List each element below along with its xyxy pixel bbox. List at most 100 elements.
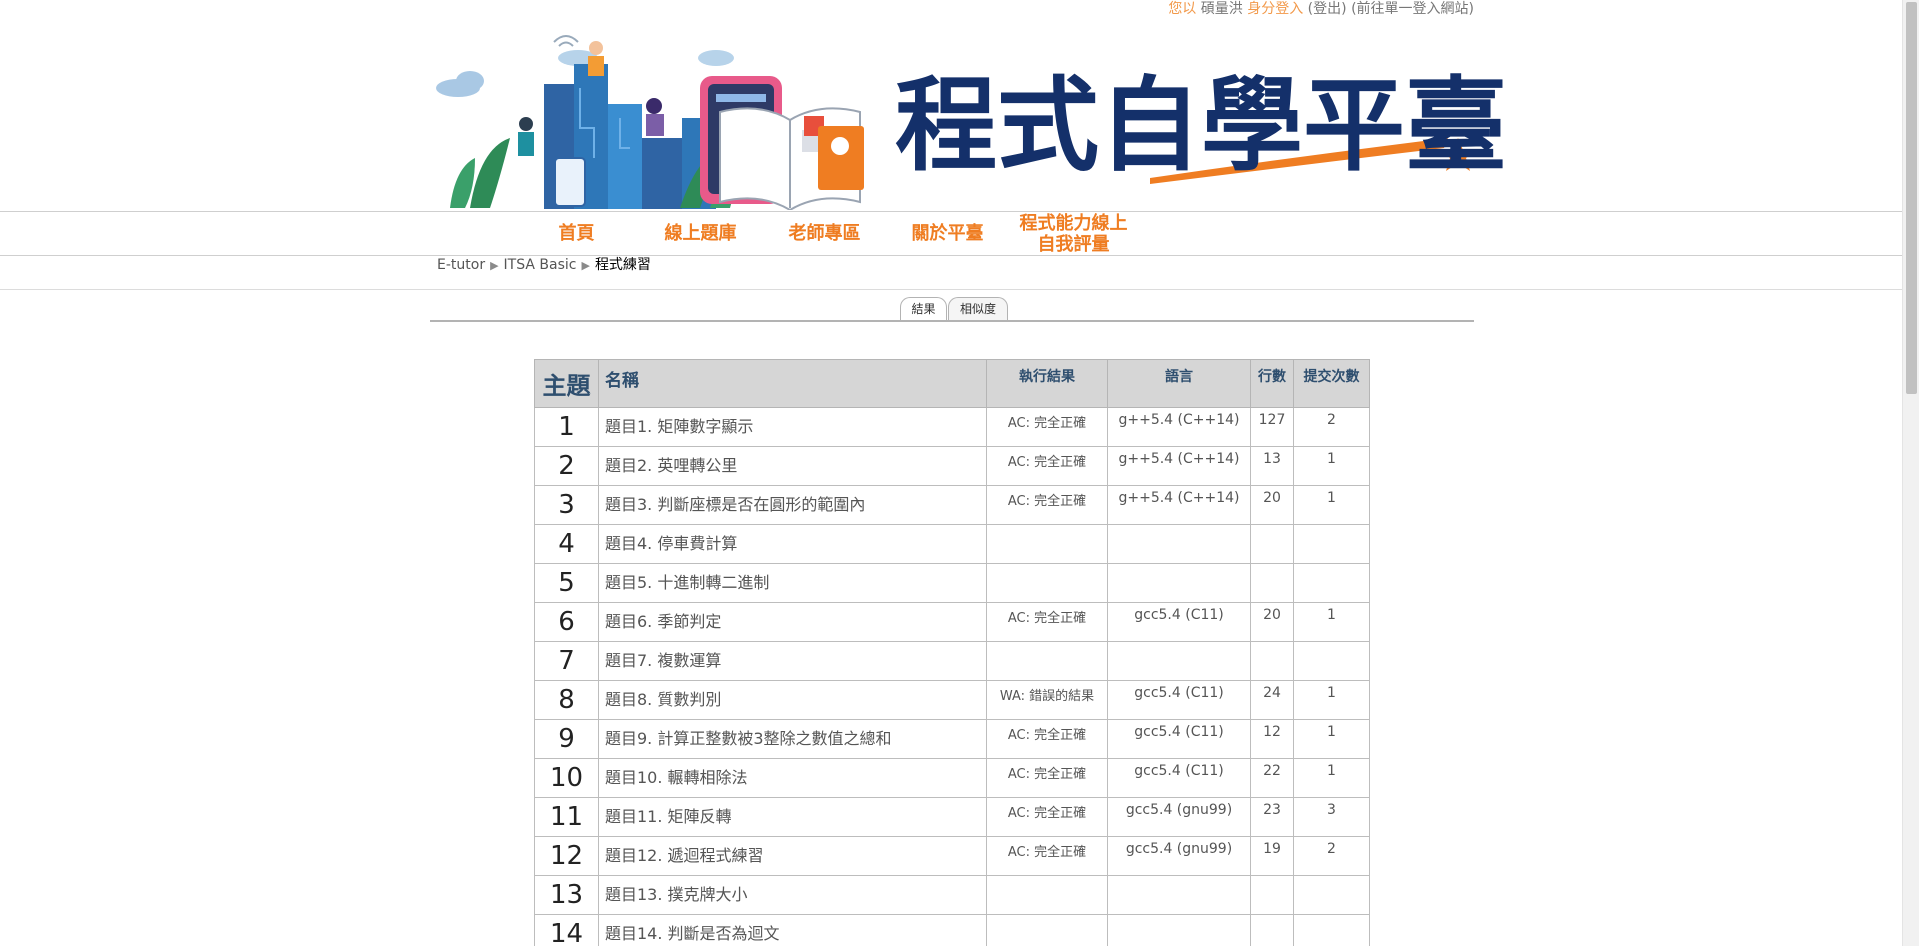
row-problem-name[interactable]: 題目12. 遞迴程式練習: [598, 836, 987, 876]
row-result: AC: 完全正確: [986, 836, 1108, 876]
row-result: AC: 完全正確: [986, 446, 1108, 486]
tab-similarity[interactable]: 相似度: [948, 297, 1008, 321]
logout-link[interactable]: (登出): [1308, 1, 1347, 17]
row-submissions: 3: [1293, 797, 1370, 837]
row-topic-number: 7: [534, 641, 599, 681]
row-lines: 12: [1250, 719, 1294, 759]
breadcrumb-etutor[interactable]: E-tutor: [437, 257, 485, 273]
results-table: 主題 名稱 執行結果 語言 行數 提交次數 1 題目1. 矩陣數字顯示 AC: 完全…: [534, 359, 1370, 946]
row-submissions: [1293, 875, 1370, 915]
scrollbar-thumb[interactable]: [1906, 2, 1917, 394]
row-problem-name[interactable]: 題目4. 停車費計算: [598, 524, 987, 564]
col-language-header[interactable]: 語言: [1107, 359, 1251, 408]
login-suffix: 身分登入: [1247, 1, 1304, 17]
row-lines: [1250, 914, 1294, 946]
row-language: gcc5.4 (gnu99): [1107, 836, 1251, 876]
row-language: gcc5.4 (C11): [1107, 680, 1251, 720]
row-topic-number: 8: [534, 680, 599, 720]
row-problem-name[interactable]: 題目8. 質數判別: [598, 680, 987, 720]
row-submissions: [1293, 524, 1370, 564]
table-row: 3 題目3. 判斷座標是否在圓形的範圍內 AC: 完全正確 g++5.4 (C++14…: [534, 485, 1370, 525]
row-result: [986, 563, 1108, 603]
col-submissions-header[interactable]: 提交次數: [1293, 359, 1370, 408]
row-problem-name[interactable]: 題目10. 輾轉相除法: [598, 758, 987, 798]
nav-problem-bank[interactable]: 線上題庫: [643, 212, 758, 255]
row-lines: 127: [1250, 407, 1294, 447]
row-problem-name[interactable]: 題目9. 計算正整數被3整除之數值之總和: [598, 719, 987, 759]
results-table-wrap: 主題 名稱 執行結果 語言 行數 提交次數 1 題目1. 矩陣數字顯示 AC: 完全…: [534, 359, 1370, 946]
row-submissions: 1: [1293, 485, 1370, 525]
login-info: 您以 碩量洪 身分登入 (登出) (前往單一登入網站): [1140, 0, 1474, 18]
col-result-header[interactable]: 執行結果: [986, 359, 1108, 408]
row-language: g++5.4 (C++14): [1107, 485, 1251, 525]
row-result: WA: 錯誤的結果: [986, 680, 1108, 720]
row-submissions: 2: [1293, 407, 1370, 447]
nav-home[interactable]: 首頁: [534, 212, 619, 255]
row-lines: 20: [1250, 485, 1294, 525]
row-problem-name[interactable]: 題目3. 判斷座標是否在圓形的範圍內: [598, 485, 987, 525]
row-result: [986, 914, 1108, 946]
row-submissions: [1293, 563, 1370, 603]
table-header-row: 主題 名稱 執行結果 語言 行數 提交次數: [534, 359, 1370, 408]
row-result: AC: 完全正確: [986, 407, 1108, 447]
col-lines-header[interactable]: 行數: [1250, 359, 1294, 408]
row-problem-name[interactable]: 題目14. 判斷是否為迴文: [598, 914, 987, 946]
table-row: 9 題目9. 計算正整數被3整除之數值之總和 AC: 完全正確 gcc5.4 (C11…: [534, 719, 1370, 759]
row-result: AC: 完全正確: [986, 758, 1108, 798]
row-topic-number: 1: [534, 407, 599, 447]
table-row: 2 題目2. 英哩轉公里 AC: 完全正確 g++5.4 (C++14) 13 1: [534, 446, 1370, 486]
divider: [0, 289, 1902, 290]
row-result: AC: 完全正確: [986, 485, 1108, 525]
table-row: 6 題目6. 季節判定 AC: 完全正確 gcc5.4 (C11) 20 1: [534, 602, 1370, 642]
row-language: [1107, 524, 1251, 564]
table-row: 7 題目7. 複數運算: [534, 641, 1370, 681]
row-language: [1107, 914, 1251, 946]
row-result: AC: 完全正確: [986, 797, 1108, 837]
row-topic-number: 13: [534, 875, 599, 915]
row-submissions: 1: [1293, 758, 1370, 798]
row-problem-name[interactable]: 題目11. 矩陣反轉: [598, 797, 987, 837]
breadcrumb-separator-icon: ▶: [490, 259, 499, 272]
row-topic-number: 14: [534, 914, 599, 946]
page-scrollbar[interactable]: [1902, 0, 1919, 946]
row-language: gcc5.4 (gnu99): [1107, 797, 1251, 837]
tab-results[interactable]: 結果: [900, 297, 947, 321]
main-nav: 首頁 線上題庫 老師專區 關於平臺 程式能力線上 自我評量: [0, 211, 1902, 256]
row-submissions: 1: [1293, 446, 1370, 486]
table-row: 8 題目8. 質數判別 WA: 錯誤的結果 gcc5.4 (C11) 24 1: [534, 680, 1370, 720]
table-row: 14 題目14. 判斷是否為迴文: [534, 914, 1370, 946]
row-problem-name[interactable]: 題目13. 撲克牌大小: [598, 875, 987, 915]
banner-title: 程式自學平臺: [895, 66, 1507, 186]
breadcrumb-itsa-basic[interactable]: ITSA Basic: [504, 257, 577, 273]
row-language: gcc5.4 (C11): [1107, 602, 1251, 642]
row-lines: 24: [1250, 680, 1294, 720]
nav-about[interactable]: 關於平臺: [890, 212, 1005, 255]
row-lines: [1250, 641, 1294, 681]
breadcrumb: E-tutor ▶ ITSA Basic ▶ 程式練習: [437, 256, 651, 276]
row-problem-name[interactable]: 題目7. 複數運算: [598, 641, 987, 681]
col-name-header[interactable]: 名稱: [598, 359, 987, 408]
row-topic-number: 3: [534, 485, 599, 525]
col-topic-header[interactable]: 主題: [534, 359, 599, 408]
row-topic-number: 11: [534, 797, 599, 837]
row-submissions: 1: [1293, 680, 1370, 720]
row-problem-name[interactable]: 題目5. 十進制轉二進制: [598, 563, 987, 603]
nav-teacher-zone[interactable]: 老師專區: [767, 212, 882, 255]
row-language: [1107, 563, 1251, 603]
table-row: 11 題目11. 矩陣反轉 AC: 完全正確 gcc5.4 (gnu99) 23 3: [534, 797, 1370, 837]
nav-self-assessment[interactable]: 程式能力線上 自我評量: [1006, 212, 1141, 255]
row-topic-number: 6: [534, 602, 599, 642]
row-problem-name[interactable]: 題目2. 英哩轉公里: [598, 446, 987, 486]
sso-link[interactable]: (前往單一登入網站): [1351, 1, 1474, 17]
tab-divider: [430, 320, 1474, 322]
row-lines: [1250, 875, 1294, 915]
row-problem-name[interactable]: 題目6. 季節判定: [598, 602, 987, 642]
table-row: 10 題目10. 輾轉相除法 AC: 完全正確 gcc5.4 (C11) 22 1: [534, 758, 1370, 798]
row-submissions: 1: [1293, 602, 1370, 642]
row-language: [1107, 641, 1251, 681]
row-lines: 20: [1250, 602, 1294, 642]
row-topic-number: 9: [534, 719, 599, 759]
row-problem-name[interactable]: 題目1. 矩陣數字顯示: [598, 407, 987, 447]
login-username[interactable]: 碩量洪: [1201, 1, 1243, 17]
row-submissions: 1: [1293, 719, 1370, 759]
